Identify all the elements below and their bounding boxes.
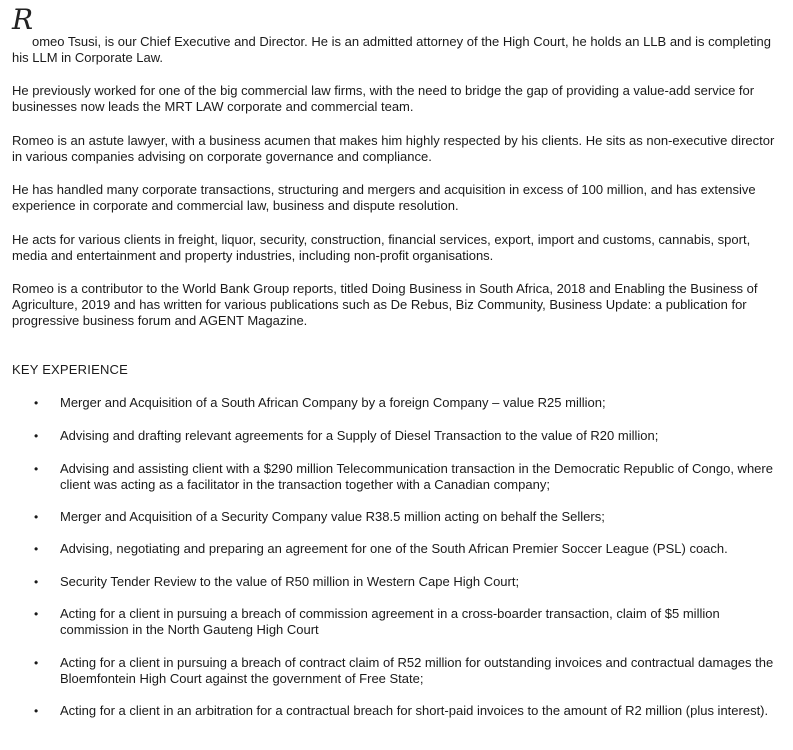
- bullet-icon: •: [34, 396, 39, 410]
- bio-paragraph-publications: Romeo is a contributor to the World Bank…: [12, 281, 758, 328]
- list-item-text: Advising and assisting client with a $29…: [60, 461, 773, 492]
- key-experience-heading: KEY EXPERIENCE: [12, 362, 128, 377]
- list-item-text: Acting for a client in pursuing a breach…: [60, 655, 774, 686]
- dropcap-letter: R: [12, 3, 34, 36]
- list-item-text: Acting for a client in pursuing a breach…: [60, 606, 720, 637]
- bio-paragraph-transactions: He has handled many corporate transactio…: [12, 182, 756, 213]
- list-item-text: Advising and drafting relevant agreement…: [60, 428, 659, 443]
- bullet-icon: •: [34, 429, 39, 443]
- bio-paragraph-career: He previously worked for one of the big …: [12, 83, 755, 114]
- bio-paragraph-clients: He acts for various clients in freight, …: [12, 232, 751, 263]
- bullet-icon: •: [34, 575, 39, 589]
- bio-paragraph-reputation: Romeo is an astute lawyer, with a busine…: [12, 133, 775, 164]
- list-item-text: Security Tender Review to the value of R…: [60, 574, 520, 589]
- bullet-icon: •: [34, 704, 39, 718]
- list-item-text: Merger and Acquisition of a Security Com…: [60, 509, 605, 524]
- bullet-icon: •: [34, 607, 39, 621]
- bio-paragraph-intro: omeo Tsusi, is our Chief Executive and D…: [12, 34, 771, 65]
- list-item-text: Merger and Acquisition of a South Africa…: [60, 395, 606, 410]
- bullet-icon: •: [34, 462, 39, 476]
- list-item-text: Acting for a client in an arbitration fo…: [60, 703, 769, 718]
- list-item-text: Advising, negotiating and preparing an a…: [60, 541, 728, 556]
- bullet-icon: •: [34, 510, 39, 524]
- bullet-icon: •: [34, 542, 39, 556]
- bullet-icon: •: [34, 656, 39, 670]
